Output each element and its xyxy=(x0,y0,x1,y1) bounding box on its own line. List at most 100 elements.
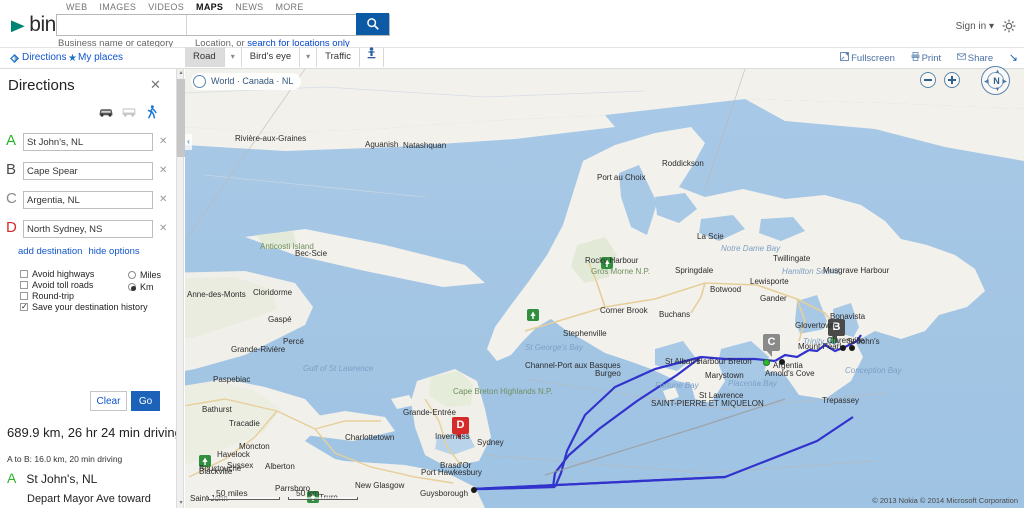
radio-miles[interactable] xyxy=(128,271,136,279)
breadcrumb[interactable]: World · Canada · NL xyxy=(191,73,302,90)
clear-button[interactable]: Clear xyxy=(90,391,127,411)
option-avoid-highways[interactable]: Avoid highways xyxy=(20,269,124,280)
map-place-label: Fortune Bay xyxy=(655,381,699,390)
clear-waypoint-a-icon[interactable]: ✕ xyxy=(159,136,167,147)
map-place-label: Trepassey xyxy=(822,396,860,405)
origin-name: St John's, NL xyxy=(26,472,98,486)
map-actions: Fullscreen Print Share ↘ xyxy=(827,51,1018,64)
map-place-label: Percé xyxy=(283,337,304,346)
clear-waypoint-b-icon[interactable]: ✕ xyxy=(159,165,167,176)
map-place-label: Rocky Harbour xyxy=(585,256,639,265)
map-place-label: St Alban's xyxy=(665,357,701,366)
map-place-label: Sussex xyxy=(227,461,254,470)
panel-scrollbar[interactable]: ▴ ▾ xyxy=(176,69,185,508)
business-search-input[interactable] xyxy=(57,15,187,35)
streetside-button[interactable] xyxy=(360,47,385,67)
map-place-label: Charlottetown xyxy=(345,433,395,442)
pan-down-icon[interactable]: ▼ xyxy=(995,87,1001,93)
chevron-down-icon: ▾ xyxy=(988,21,994,32)
map-place-label: Gander xyxy=(760,294,787,303)
waypoint-row-d: D ✕ xyxy=(6,219,170,242)
route-stop-marker-sydney[interactable] xyxy=(471,487,477,493)
map-style-birdseye-caret[interactable]: ▾ xyxy=(300,47,318,67)
option-save-history[interactable]: Save your destination history xyxy=(20,301,148,323)
bing-logo-icon: ► xyxy=(6,15,30,37)
clear-waypoint-d-icon[interactable]: ✕ xyxy=(159,223,167,234)
map-place-label: Port au Choix xyxy=(597,173,646,182)
page-title: Directions xyxy=(8,77,75,94)
map-place-label: Bathurst xyxy=(202,405,232,414)
waypoint-input-b[interactable] xyxy=(23,162,153,180)
pan-up-icon[interactable]: ▲ xyxy=(995,69,1001,75)
scroll-up-icon[interactable]: ▴ xyxy=(177,69,185,78)
print-button[interactable]: Print xyxy=(911,52,941,64)
waypoint-input-c[interactable] xyxy=(23,191,153,209)
unit-miles[interactable]: Miles xyxy=(128,269,161,281)
checkbox-save-history[interactable] xyxy=(20,301,28,312)
traffic-button[interactable]: Traffic xyxy=(317,47,361,67)
nav-item-web[interactable]: WEB xyxy=(66,2,87,12)
checkbox-avoid-highways[interactable] xyxy=(20,270,28,278)
scrollbar-thumb[interactable] xyxy=(177,79,185,157)
checkbox-avoid-tolls[interactable] xyxy=(20,281,28,289)
map-place-label: Guysborough xyxy=(420,489,469,498)
map-pin-c[interactable]: C xyxy=(763,334,780,357)
map-style-birdseye-button[interactable]: Bird's eye xyxy=(242,47,301,67)
add-destination-link[interactable]: add destination xyxy=(18,246,82,257)
sign-in-menu[interactable]: Sign in ▾ xyxy=(956,21,994,32)
pan-left-icon[interactable]: ◀ xyxy=(984,79,989,85)
scroll-down-icon[interactable]: ▾ xyxy=(177,499,185,508)
map-place-label: Anne-des-Monts xyxy=(187,290,246,299)
pan-right-icon[interactable]: ▶ xyxy=(1002,79,1007,85)
fullscreen-button[interactable]: Fullscreen xyxy=(840,52,895,64)
map-place-label: Arnold's Cove xyxy=(765,369,815,378)
clear-waypoint-c-icon[interactable]: ✕ xyxy=(159,194,167,205)
map-place-label: Mount Pearl xyxy=(798,342,842,351)
compass-control[interactable]: N ▲ ▼ ◀ ▶ xyxy=(981,66,1010,95)
nav-item-maps[interactable]: MAPS xyxy=(196,2,223,12)
nav-item-images[interactable]: IMAGES xyxy=(99,2,136,12)
map-canvas[interactable]: B C D Rivière-aux-Graines Aguanish Natashq… xyxy=(185,69,1024,508)
map-place-label: Placentia Bay xyxy=(728,379,777,388)
walking-mode-button[interactable] xyxy=(146,105,158,124)
fullscreen-icon xyxy=(840,52,850,61)
waypoint-input-a[interactable] xyxy=(23,133,153,151)
option-avoid-tolls[interactable]: Avoid toll roads xyxy=(20,280,124,291)
map-place-label: Bonavista xyxy=(830,312,866,321)
car-icon xyxy=(99,109,113,117)
route-stop-marker-green[interactable] xyxy=(763,359,770,366)
map-place-label: Twillingate xyxy=(773,254,811,263)
map-place-label: Corner Brook xyxy=(600,306,648,315)
option-round-trip[interactable]: Round-trip xyxy=(20,291,124,302)
gear-icon xyxy=(1002,19,1016,33)
hide-options-link[interactable]: hide options xyxy=(88,246,139,257)
map-place-label: Alberton xyxy=(265,462,295,471)
waypoint-input-d[interactable] xyxy=(23,220,153,238)
nav-item-videos[interactable]: VIDEOS xyxy=(148,2,184,12)
nav-item-news[interactable]: NEWS xyxy=(235,2,263,12)
zoom-in-button[interactable] xyxy=(944,72,960,88)
zoom-out-button[interactable] xyxy=(920,72,936,88)
directions-link[interactable]: Directions xyxy=(22,52,66,63)
radio-km[interactable] xyxy=(128,283,136,291)
location-search-input[interactable] xyxy=(187,15,355,35)
map-style-road-button[interactable]: Road xyxy=(185,47,225,67)
search-icon xyxy=(366,18,379,30)
share-button[interactable]: Share xyxy=(956,52,993,64)
close-icon[interactable]: ✕ xyxy=(150,77,161,93)
collapse-arrow-icon[interactable]: ↘ xyxy=(1009,51,1018,64)
map-place-label: Havelock xyxy=(217,450,250,459)
unit-km[interactable]: Km xyxy=(128,281,161,293)
my-places-link[interactable]: My places xyxy=(78,52,123,63)
go-button[interactable]: Go xyxy=(131,391,160,411)
transit-mode-button[interactable] xyxy=(121,105,137,123)
panel-collapse-tab[interactable]: ‹ xyxy=(185,134,192,150)
search-button[interactable] xyxy=(356,13,389,35)
map-place-label: Rivière-aux-Graines xyxy=(235,134,307,143)
nav-item-more[interactable]: MORE xyxy=(275,2,303,12)
checkbox-round-trip[interactable] xyxy=(20,292,28,300)
settings-button[interactable] xyxy=(1002,19,1016,33)
map-place-label: New Glasgow xyxy=(355,481,405,490)
driving-mode-button[interactable] xyxy=(98,105,114,123)
map-style-road-caret[interactable]: ▾ xyxy=(225,47,242,67)
